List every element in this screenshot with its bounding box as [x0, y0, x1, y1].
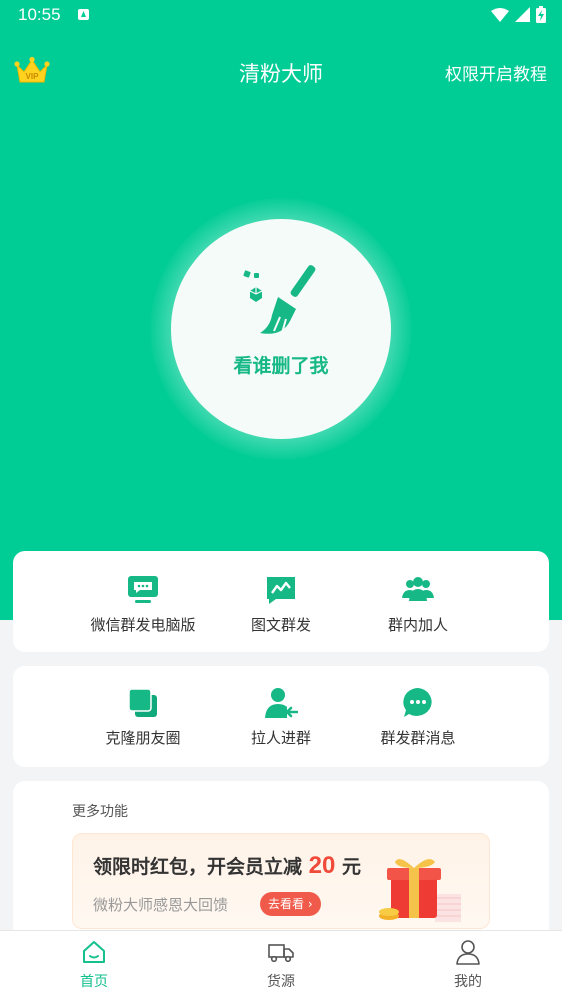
gift-box-icon	[379, 859, 461, 922]
notification-icon	[78, 9, 89, 20]
user-pull-icon	[265, 688, 298, 718]
feature-label: 克隆朋友圈	[105, 729, 181, 747]
feature-clone-moments[interactable]: 克隆朋友圈	[68, 686, 218, 748]
user-icon	[456, 940, 480, 965]
home-icon	[83, 941, 105, 963]
app-bar: VIP 清粉大师 权限开启教程	[0, 50, 562, 94]
tab-mine[interactable]: 我的	[418, 939, 518, 991]
feature-group-add-members[interactable]: 群内加人	[343, 573, 493, 635]
tab-supply[interactable]: 货源	[231, 939, 331, 991]
tab-home[interactable]: 首页	[44, 939, 144, 991]
feature-card-1: 微信群发电脑版 图文群发 群内加人	[13, 551, 549, 652]
feature-broadcast-group-message[interactable]: 群发群消息	[343, 686, 493, 748]
feature-image-text-broadcast[interactable]: 图文群发	[206, 573, 356, 635]
promo-headline: 领限时红包，开会员立减 20 元	[93, 852, 361, 880]
feature-pull-into-group[interactable]: 拉人进群	[206, 686, 356, 748]
more-features-title: 更多功能	[72, 804, 128, 820]
status-time: 10:55	[18, 5, 61, 24]
vip-badge-text: VIP	[26, 72, 40, 81]
truck-icon	[268, 944, 294, 963]
feature-label: 拉人进群	[250, 729, 311, 747]
feature-label: 群内加人	[387, 616, 448, 634]
promo-subtitle: 微粉大师感恩大回馈	[93, 896, 229, 914]
copy-icon	[128, 688, 157, 717]
feature-card-2: 克隆朋友圈 拉人进群 群发群消息	[13, 666, 549, 767]
promo-button-label: 去看看	[268, 897, 305, 911]
wifi-icon	[491, 7, 509, 22]
status-bar: 10:55	[0, 0, 562, 32]
vip-crown-icon[interactable]: VIP	[14, 56, 50, 86]
more-features-card: 更多功能 领限时红包，开会员立减 20 元 微粉大师感恩大回馈 去看看 ›	[13, 781, 549, 941]
feature-label: 图文群发	[250, 616, 311, 634]
image-chat-icon	[267, 577, 295, 604]
feature-label: 微信群发电脑版	[90, 616, 196, 634]
bottom-tab-bar: 首页 货源 我的	[0, 930, 562, 999]
tab-label: 货源	[267, 974, 295, 990]
permission-tutorial-link[interactable]: 权限开启教程	[445, 60, 547, 85]
broom-icon	[243, 265, 316, 334]
monitor-chat-icon	[128, 576, 158, 603]
hero-label: 看谁删了我	[233, 355, 329, 377]
status-icons	[491, 6, 546, 23]
feature-wechat-pc-broadcast[interactable]: 微信群发电脑版	[68, 573, 218, 635]
tab-label: 我的	[454, 974, 482, 990]
promo-amount: 20	[308, 852, 336, 879]
promo-text: 领限时红包，开会员立减	[93, 856, 303, 878]
battery-icon	[536, 6, 546, 23]
chat-bubble-icon	[403, 688, 432, 717]
promo-unit: 元	[341, 856, 361, 878]
feature-label: 群发群消息	[380, 729, 456, 747]
tab-label: 首页	[80, 974, 108, 990]
check-deleted-button[interactable]: 看谁删了我	[171, 219, 391, 439]
signal-icon	[515, 7, 530, 22]
promo-view-button[interactable]: 去看看 ›	[260, 892, 321, 916]
vip-promo-banner[interactable]: 领限时红包，开会员立减 20 元 微粉大师感恩大回馈 去看看 ›	[72, 833, 490, 929]
group-users-icon	[402, 577, 434, 601]
